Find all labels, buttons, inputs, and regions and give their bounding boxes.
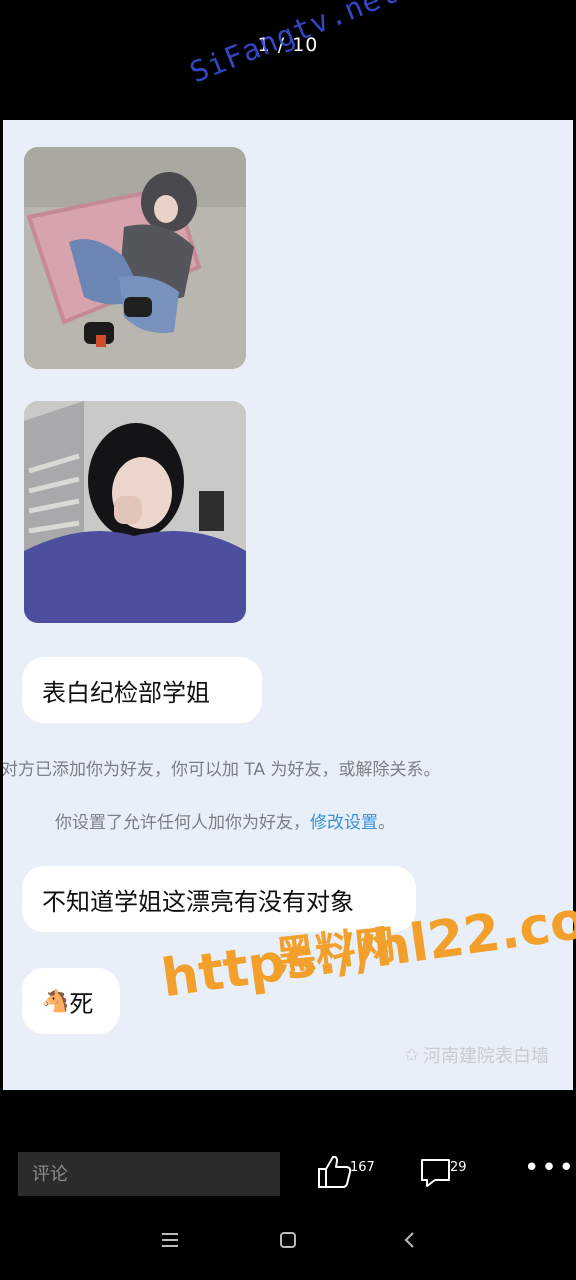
like-count: 167 xyxy=(350,1160,375,1175)
chat-bubble-text: 不知道学姐这漂亮有没有对象 xyxy=(42,887,354,916)
source-name: 河南建院表白墙 xyxy=(423,1046,549,1067)
horse-emoji: 🐴 xyxy=(42,988,70,1014)
home-icon[interactable] xyxy=(278,1230,298,1250)
chat-photo-2[interactable] xyxy=(24,401,246,623)
system-navigation-bar xyxy=(0,1230,576,1260)
chat-photo-1[interactable] xyxy=(24,147,246,369)
chat-bubble: 🐴 死 xyxy=(22,968,120,1034)
chat-bubble-text: 死 xyxy=(69,989,94,1018)
settings-notice: 你设置了允许任何人加你为好友，修改设置。 xyxy=(55,808,395,833)
comment-count: 29 xyxy=(450,1160,467,1175)
chat-bubble: 表白纪检部学姐 xyxy=(22,657,262,723)
more-options-icon[interactable]: ••• xyxy=(524,1155,576,1181)
source-watermark: ✩ 河南建院表白墙 xyxy=(404,1042,549,1068)
star-icon: ✩ xyxy=(403,1044,419,1066)
chat-bubble-text: 表白纪检部学姐 xyxy=(42,678,210,707)
thumbs-up-icon xyxy=(318,1155,352,1188)
settings-notice-text: 你设置了允许任何人加你为好友， xyxy=(55,813,310,833)
system-message: 对方已添加你为好友，你可以加 TA 为好友，或解除关系。 xyxy=(3,760,441,780)
menu-icon[interactable] xyxy=(160,1230,180,1250)
modify-settings-link[interactable]: 修改设置 xyxy=(310,813,378,833)
settings-notice-end: 。 xyxy=(378,813,395,833)
comment-button[interactable]: 29 xyxy=(418,1154,467,1190)
bottom-action-bar: 167 29 ••• xyxy=(0,1152,576,1196)
back-icon[interactable] xyxy=(400,1230,420,1250)
like-button[interactable]: 167 xyxy=(316,1154,375,1190)
comment-icon xyxy=(421,1159,450,1187)
comment-input[interactable] xyxy=(18,1152,280,1196)
